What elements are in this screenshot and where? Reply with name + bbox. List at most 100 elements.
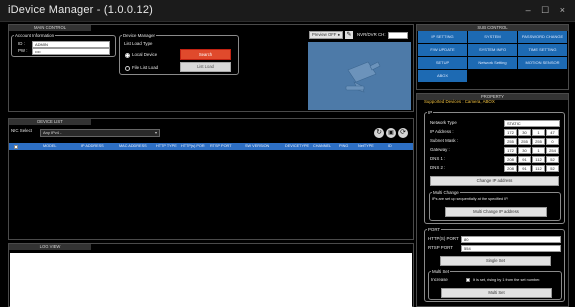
save-icon[interactable]: ▣ [386,128,396,138]
preview-area [308,42,411,110]
multi-set-legend: Multi Set [431,269,451,274]
supported-devices-text: Supported Devices : Camera, ABOX [424,99,495,104]
time-setting-button[interactable]: TIME SETTING [518,44,567,56]
ip-octet[interactable]: 1 [532,129,545,136]
network-type-select[interactable]: STATIC [504,120,560,127]
log-view-header: LOG VIEW [9,244,91,250]
app-title: iDevice Manager - (1.0.0.12) [8,4,153,16]
fw-update-button[interactable]: F/W UPDATE [418,44,467,56]
nic-select-label: NIC Select [11,128,32,133]
id-input[interactable]: ADMIN [32,41,110,48]
dns1-octet[interactable]: 52 [546,156,559,163]
column-header[interactable]: ID [388,143,392,150]
gateway-octet[interactable]: 172 [504,147,517,154]
local-device-label: Local Device [132,52,158,57]
change-ip-address-button[interactable]: Change IP address [430,176,559,186]
search-button[interactable]: Search [180,49,231,60]
column-header[interactable]: PING [339,143,348,150]
dns2-octet[interactable]: 208 [504,165,517,172]
account-information-legend: Account Information [14,33,56,38]
refresh-icon[interactable]: ↻ [374,128,384,138]
preview-settings-button[interactable]: ✎ [345,31,353,39]
dns2-octet[interactable]: 91 [518,165,531,172]
gateway-octet[interactable]: 254 [546,147,559,154]
dns2-octet[interactable]: 112 [532,165,545,172]
preview-toggle-button[interactable]: Preview OFF ● [309,31,343,39]
system-info-button[interactable]: SYSTEM INFO [468,44,517,56]
id-label: ID : [18,41,25,46]
subnet-octet[interactable]: 255 [504,138,517,145]
column-header[interactable]: HTTP(s) POR [181,143,205,150]
subnet-octet[interactable]: 255 [518,138,531,145]
password-change-button[interactable]: PASSWORD CHANGE [518,31,567,43]
column-header[interactable]: CHANNEL [313,143,331,150]
dns1-octet[interactable]: 208 [504,156,517,163]
multi-set-button[interactable]: Multi Set [441,288,552,298]
dns2-octet[interactable]: 52 [546,165,559,172]
increase-note: It is set, rising by 1 from the set numb… [473,278,541,282]
column-header[interactable]: RTSP PORT [210,143,232,150]
file-list-load-radio[interactable] [125,66,130,71]
increase-checkbox[interactable] [466,278,470,282]
ip-octet[interactable]: 172 [504,129,517,136]
reload-icon[interactable]: ⟳ [398,128,408,138]
multi-change-ip-address-button[interactable]: Multi Change IP address [445,207,547,217]
local-device-radio[interactable] [125,53,130,58]
rtsp-port-label: RTSP PORT [428,245,453,250]
multi-set-box: Multi Set Increase It is set, rising by … [428,269,562,300]
list-load-type-label: List Load Type [124,41,153,46]
abox-button[interactable]: ABOX [418,70,467,82]
device-manager-box: Device Manager List Load Type Local Devi… [119,33,239,75]
nic-select[interactable]: Any IPv4 - ▾ [40,129,160,137]
column-header[interactable]: MODEL [43,143,57,150]
window-controls[interactable]: – ☐ × [526,5,569,16]
security-camera-icon [345,61,381,93]
motion-sensor-button[interactable]: MOTION SENSOR [518,57,567,69]
list-load-button[interactable]: List Load [180,62,231,72]
ip-setting-button[interactable]: IP SETTING [418,31,467,43]
account-information-box: Account Information ID : ADMIN PW : •••• [11,33,116,57]
network-setting-button[interactable]: Network Setting [468,57,517,69]
log-view-panel: LOG VIEW [8,243,414,307]
chevron-down-icon: ▾ [154,130,157,135]
column-header[interactable]: SW VERSION [245,143,269,150]
subnet-octet[interactable]: 0 [546,138,559,145]
gateway-octet[interactable]: 1 [532,147,545,154]
device-grid-header: MODEL IP ADDRESS MAC ADDRESS HTTP TYPE H… [9,143,413,150]
ip-address-label: IP Address : [430,129,454,134]
column-header[interactable]: DEVICETYPE [285,143,309,150]
http-port-input[interactable]: 80 [461,236,561,243]
rtsp-port-input[interactable]: 554 [461,245,561,252]
single-set-button[interactable]: Single Set [440,256,551,266]
dns1-octet[interactable]: 112 [532,156,545,163]
multi-change-legend: Multi Change [432,190,460,195]
ip-octet[interactable]: 30 [518,129,531,136]
device-manager-legend: Device Manager [122,33,156,38]
nvr-channel-input[interactable] [388,32,408,39]
column-header[interactable]: HTTP TYPE [156,143,177,150]
column-header[interactable]: MAC ADDRESS [119,143,147,150]
ip-legend: IP [427,110,434,115]
device-list-header: DEVICE LIST [9,119,91,125]
increase-label: Increase [431,277,448,282]
port-group-box: PORT HTTP(S) PORT 80 RTSP PORT 554 Singl… [424,227,565,302]
multi-change-note: IPs are set up sequentially at the speci… [432,197,509,201]
column-header[interactable]: IP ADDRESS [81,143,104,150]
subnet-mask-label: Subnet Mask : [430,138,459,143]
http-port-label: HTTP(S) PORT [428,236,459,241]
network-type-label: Network Type [430,120,457,125]
gateway-octet[interactable]: 30 [518,147,531,154]
ip-group-box: IP Network Type STATIC IP Address : 172 … [424,110,565,224]
dns1-octet[interactable]: 91 [518,156,531,163]
multi-change-box: Multi Change IPs are set up sequentially… [429,190,561,221]
column-header[interactable]: NetTYPE [358,143,374,150]
log-view-body[interactable] [10,253,412,307]
dns1-label: DNS 1 : [430,156,446,161]
nic-select-value: Any IPv4 - [43,130,62,135]
ip-octet[interactable]: 47 [546,129,559,136]
pw-input[interactable]: •••• [32,48,110,55]
setup-button[interactable]: SETUP [418,57,467,69]
system-button[interactable]: SYSTEM [468,31,517,43]
subnet-octet[interactable]: 255 [532,138,545,145]
device-grid-body[interactable] [9,150,413,239]
